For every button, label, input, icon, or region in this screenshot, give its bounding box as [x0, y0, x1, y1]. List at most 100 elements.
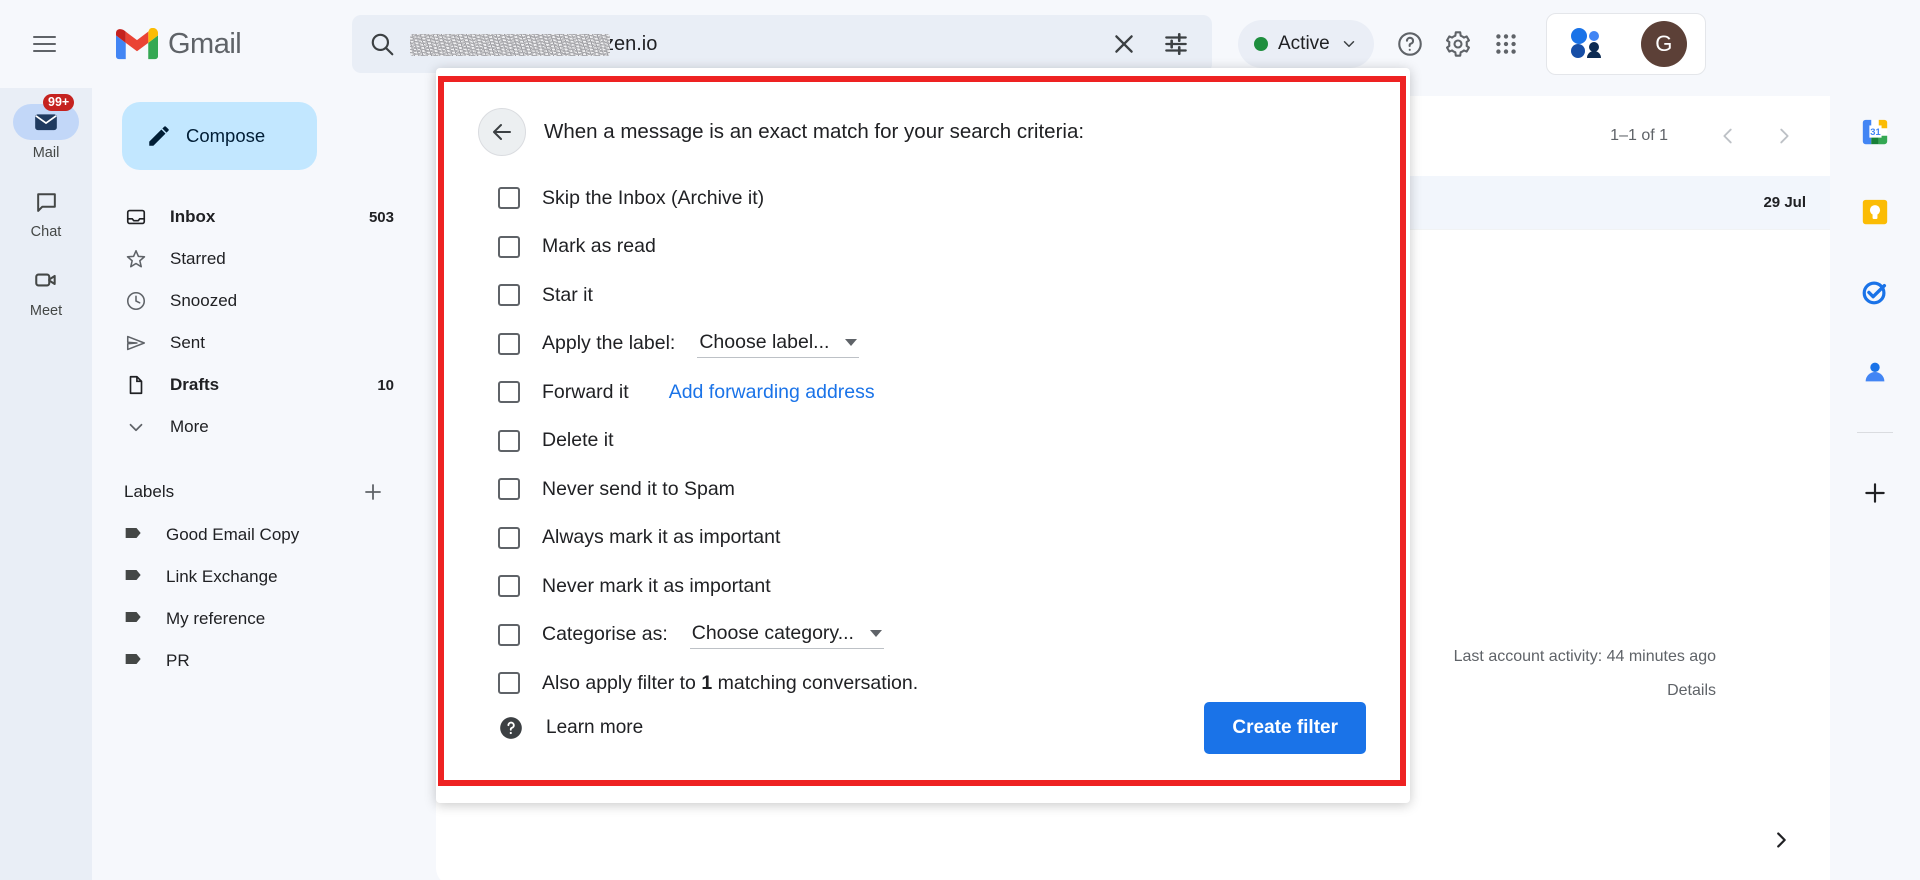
google-keep-icon[interactable] — [1855, 192, 1895, 232]
checkbox-mark-as-read[interactable] — [498, 236, 520, 258]
checkbox-apply-label[interactable] — [498, 333, 520, 355]
plus-icon[interactable] — [1855, 473, 1895, 513]
sidebar-label-inbox: Inbox — [170, 207, 347, 227]
sidebar-label-item-good-email-copy[interactable]: Good Email Copy — [92, 514, 422, 556]
choose-category-dropdown[interactable]: Choose category... — [690, 620, 884, 649]
meet-camera-icon — [13, 262, 79, 298]
filter-option-always-important[interactable]: Always mark it as important — [498, 514, 1366, 563]
checkbox-delete-it[interactable] — [498, 430, 520, 452]
choose-label-dropdown[interactable]: Choose label... — [697, 329, 859, 358]
chevron-right-icon[interactable] — [1770, 829, 1792, 858]
chevron-down-icon — [1340, 35, 1358, 53]
labels-title: Labels — [124, 482, 360, 502]
learn-more-link[interactable]: Learn more — [478, 715, 643, 741]
label-tag-icon — [124, 649, 144, 674]
filter-option-forward-it[interactable]: Forward it Add forwarding address — [498, 368, 1366, 417]
google-calendar-icon[interactable]: 31 — [1855, 112, 1895, 152]
filter-option-categorise-as[interactable]: Categorise as: Choose category... — [498, 611, 1366, 660]
compose-button[interactable]: Compose — [122, 102, 317, 170]
gmail-logo-icon — [116, 28, 158, 60]
pencil-icon — [146, 123, 172, 149]
side-panel-rail: 31 — [1830, 88, 1920, 880]
search-input[interactable]: zen.io — [410, 15, 1102, 73]
filter-option-also-apply[interactable]: Also apply filter to 1 matching conversa… — [498, 659, 1366, 708]
rail-label-meet: Meet — [30, 303, 62, 319]
sidebar-label-item-link-exchange[interactable]: Link Exchange — [92, 556, 422, 598]
option-label: Never mark it as important — [542, 575, 771, 598]
help-filled-icon — [498, 715, 524, 741]
status-badge[interactable]: Active — [1238, 20, 1374, 68]
last-account-activity: Last account activity: 44 minutes ago — [1454, 648, 1716, 666]
filter-option-never-important[interactable]: Never mark it as important — [498, 562, 1366, 611]
arrow-left-icon[interactable] — [478, 108, 526, 156]
filter-actions-list: Skip the Inbox (Archive it) Mark as read… — [478, 174, 1366, 708]
google-contacts-icon[interactable] — [1855, 352, 1895, 392]
sidebar-label-drafts: Drafts — [170, 375, 355, 395]
avatar[interactable]: G — [1641, 21, 1687, 67]
filter-option-star-it[interactable]: Star it — [498, 271, 1366, 320]
filter-option-skip-inbox[interactable]: Skip the Inbox (Archive it) — [498, 174, 1366, 223]
checkbox-never-important[interactable] — [498, 575, 520, 597]
compose-label: Compose — [186, 125, 265, 147]
create-filter-button[interactable]: Create filter — [1204, 702, 1366, 754]
sidebar-item-snoozed[interactable]: Snoozed — [92, 280, 422, 322]
search-options-icon[interactable] — [1154, 22, 1198, 66]
rail-item-mail[interactable]: 99+ Mail — [10, 104, 82, 161]
gmail-brand: Gmail — [116, 28, 336, 61]
sidebar-item-more[interactable]: More — [92, 406, 422, 448]
help-circle-icon[interactable] — [1388, 22, 1432, 66]
google-workspace-icon[interactable] — [1565, 24, 1605, 64]
option-label: Delete it — [542, 429, 614, 452]
checkbox-star-it[interactable] — [498, 284, 520, 306]
sidebar-label-item-my-reference[interactable]: My reference — [92, 598, 422, 640]
chevron-right-icon[interactable] — [1762, 114, 1806, 158]
gear-icon[interactable] — [1436, 22, 1480, 66]
pagination-range: 1–1 of 1 — [1610, 127, 1668, 145]
mail-date: 29 Jul — [1763, 194, 1806, 211]
sidebar-item-starred[interactable]: Starred — [92, 238, 422, 280]
mail-icon: 99+ — [13, 104, 79, 140]
filter-option-delete-it[interactable]: Delete it — [498, 417, 1366, 466]
add-forwarding-address-link[interactable]: Add forwarding address — [669, 381, 875, 404]
filter-dialog-footer: Learn more Create filter — [478, 702, 1366, 754]
google-tasks-icon[interactable] — [1855, 272, 1895, 312]
hamburger-menu-icon[interactable] — [20, 20, 68, 68]
filter-option-mark-as-read[interactable]: Mark as read — [498, 223, 1366, 272]
checkbox-never-spam[interactable] — [498, 478, 520, 500]
checkbox-skip-inbox[interactable] — [498, 187, 520, 209]
label-name: Link Exchange — [166, 567, 278, 587]
svg-text:31: 31 — [1870, 127, 1880, 137]
sidebar-item-inbox[interactable]: Inbox 503 — [92, 196, 422, 238]
chevron-left-icon[interactable] — [1706, 114, 1750, 158]
status-label: Active — [1278, 33, 1330, 55]
details-link[interactable]: Details — [1454, 682, 1716, 700]
filter-option-apply-label[interactable]: Apply the label: Choose label... — [498, 320, 1366, 369]
clock-icon — [124, 290, 148, 312]
plus-icon[interactable] — [360, 479, 386, 505]
option-label: Categorise as: — [542, 623, 668, 646]
also-apply-count: 1 — [701, 672, 712, 694]
workspace-account-box: G — [1546, 13, 1706, 75]
sidebar-label-item-pr[interactable]: PR — [92, 640, 422, 682]
search-bar[interactable]: zen.io — [352, 15, 1212, 73]
sidebar-item-drafts[interactable]: Drafts 10 — [92, 364, 422, 406]
checkbox-forward-it[interactable] — [498, 381, 520, 403]
choose-category-value: Choose category... — [692, 622, 854, 645]
chevron-down-icon — [870, 630, 882, 637]
rail-item-meet[interactable]: Meet — [10, 262, 82, 319]
label-tag-icon — [124, 565, 144, 590]
checkbox-always-important[interactable] — [498, 527, 520, 549]
sidebar-item-sent[interactable]: Sent — [92, 322, 422, 364]
checkbox-also-apply[interactable] — [498, 672, 520, 694]
apps-grid-icon[interactable] — [1484, 22, 1528, 66]
label-name: My reference — [166, 609, 265, 629]
send-icon — [124, 332, 148, 354]
close-icon[interactable] — [1102, 22, 1146, 66]
sidebar-nav: Inbox 503 Starred Snoozed — [92, 196, 422, 448]
filter-option-never-spam[interactable]: Never send it to Spam — [498, 465, 1366, 514]
sidebar-label-snoozed: Snoozed — [170, 291, 372, 311]
chevron-down-icon — [124, 416, 148, 438]
checkbox-categorise-as[interactable] — [498, 624, 520, 646]
search-actions — [1102, 22, 1198, 66]
rail-item-chat[interactable]: Chat — [10, 183, 82, 240]
